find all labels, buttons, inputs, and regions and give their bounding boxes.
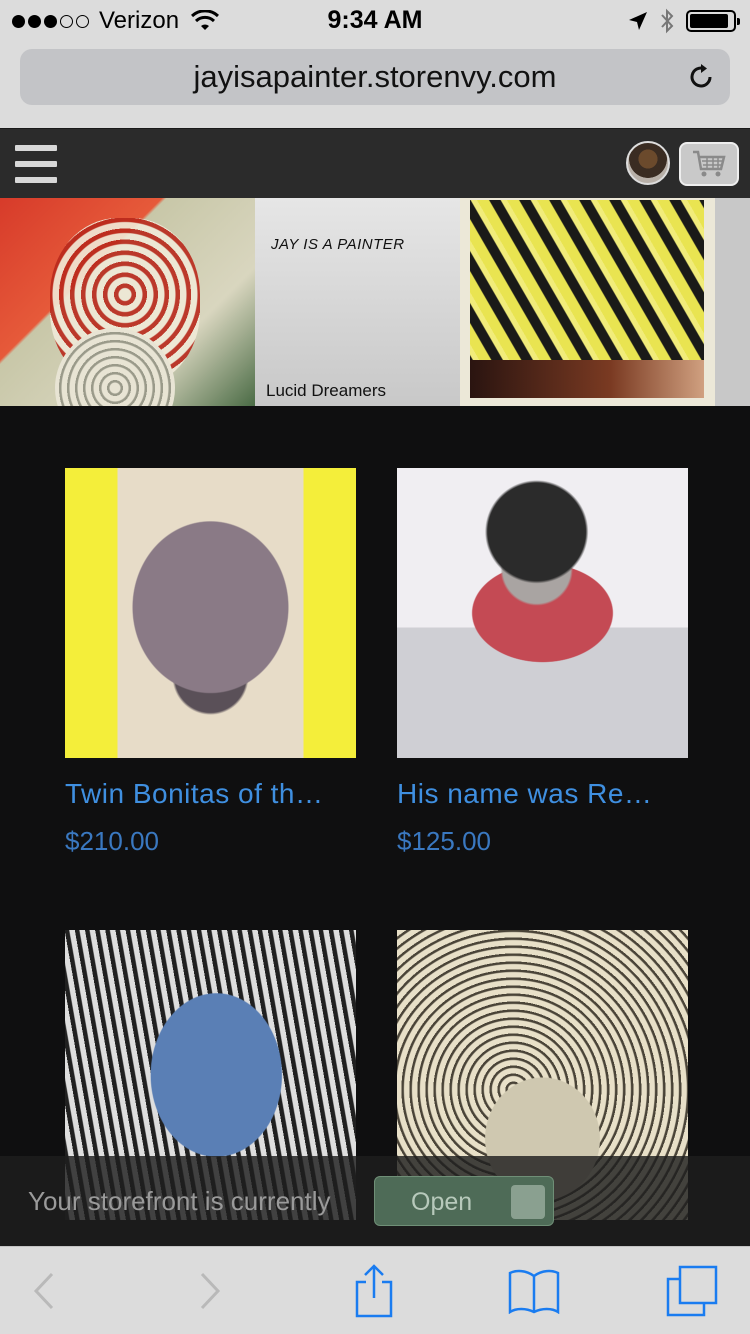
browser-address-area: jayisapainter.storenvy.com (0, 40, 750, 128)
tabs-button[interactable] (666, 1265, 718, 1317)
share-button[interactable] (348, 1264, 400, 1318)
product-image[interactable] (397, 468, 688, 758)
product-title[interactable]: Twin Bonitas of th… (65, 778, 356, 810)
menu-icon[interactable] (15, 145, 57, 183)
reload-icon[interactable] (686, 62, 716, 92)
bookmarks-icon (508, 1269, 560, 1314)
tabs-icon (666, 1265, 718, 1317)
open-button-label: Open (411, 1188, 473, 1216)
product-price: $210.00 (65, 826, 159, 856)
address-bar[interactable]: jayisapainter.storenvy.com (20, 49, 730, 105)
notice-text: Your storefront is currently (28, 1186, 331, 1216)
bookmarks-button[interactable] (508, 1265, 560, 1317)
bluetooth-icon (661, 8, 674, 34)
banner-edge (715, 198, 750, 406)
status-bar: Verizon 9:34 AM (0, 0, 750, 40)
banner-caption: Lucid Dreamers (266, 381, 386, 400)
product-price: $125.00 (397, 826, 491, 856)
avatar[interactable] (626, 141, 670, 185)
storefront-notice: Your storefront is currently Open (0, 1156, 750, 1246)
share-icon (355, 1264, 393, 1318)
open-store-button[interactable]: Open (374, 1176, 554, 1226)
banner-text-panel: JAY IS A PAINTER Lucid Dreamers (255, 198, 460, 406)
url-text[interactable]: jayisapainter.storenvy.com (20, 59, 730, 95)
banner-artwork-right (460, 198, 715, 406)
product-card[interactable]: His name was Re… $125.00 (397, 468, 688, 857)
browser-toolbar (0, 1246, 750, 1334)
chevron-left-icon (33, 1272, 54, 1310)
forward-button[interactable] (184, 1265, 236, 1317)
chevron-right-icon (200, 1272, 221, 1310)
battery-level (690, 14, 728, 28)
store-banner[interactable]: JAY IS A PAINTER Lucid Dreamers (0, 198, 750, 406)
location-arrow-icon (629, 12, 647, 30)
back-button[interactable] (18, 1265, 70, 1317)
cart-button[interactable] (679, 142, 739, 186)
product-image[interactable] (65, 468, 356, 758)
toggle-icon (511, 1185, 545, 1219)
cart-icon (693, 150, 726, 177)
store-header (0, 128, 750, 198)
banner-artwork-left (0, 198, 255, 406)
product-title[interactable]: His name was Re… (397, 778, 688, 810)
battery-icon (686, 10, 740, 32)
product-card[interactable]: Twin Bonitas of th… $210.00 (65, 468, 356, 857)
banner-tagline: JAY IS A PAINTER (271, 236, 405, 253)
status-icons (628, 8, 740, 34)
